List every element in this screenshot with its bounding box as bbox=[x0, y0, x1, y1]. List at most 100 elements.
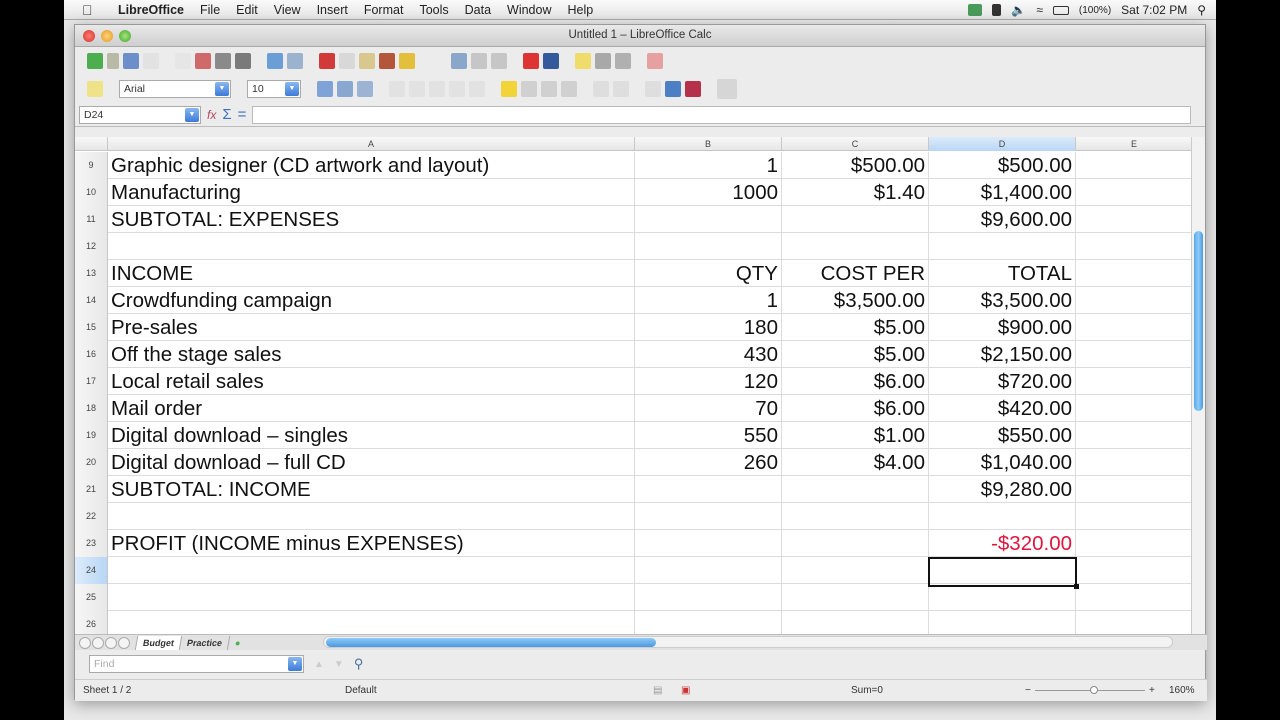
menu-view[interactable]: View bbox=[266, 3, 309, 17]
borders-icon[interactable] bbox=[645, 81, 661, 97]
row-header[interactable]: 14 bbox=[75, 287, 108, 314]
next-sheet-button[interactable] bbox=[105, 636, 117, 649]
cell-c10[interactable]: $1.40 bbox=[782, 179, 929, 206]
cell-d20[interactable]: $1,040.00 bbox=[929, 449, 1076, 476]
cell-c23[interactable] bbox=[782, 530, 929, 557]
cell-e19[interactable] bbox=[1076, 422, 1193, 449]
cell-a15[interactable]: Pre-sales bbox=[108, 314, 635, 341]
cell-b20[interactable]: 260 bbox=[635, 449, 782, 476]
selection-mode-icon[interactable]: ▤ bbox=[653, 685, 662, 696]
find-next-icon[interactable]: ▼ bbox=[334, 659, 344, 670]
cell-b24[interactable] bbox=[635, 557, 782, 584]
find-input[interactable]: Find ▼ bbox=[89, 655, 304, 673]
horizontal-scroll-thumb[interactable] bbox=[326, 638, 656, 647]
cell-d23[interactable]: -$320.00 bbox=[929, 530, 1076, 557]
cell-a17[interactable]: Local retail sales bbox=[108, 368, 635, 395]
cell-e15[interactable] bbox=[1076, 314, 1193, 341]
percent-format-icon[interactable] bbox=[521, 81, 537, 97]
sum-icon[interactable]: Σ bbox=[222, 106, 231, 123]
cell-c16[interactable]: $5.00 bbox=[782, 341, 929, 368]
cell-e25[interactable] bbox=[1076, 584, 1193, 611]
cell-c18[interactable]: $6.00 bbox=[782, 395, 929, 422]
justify-icon[interactable] bbox=[449, 81, 465, 97]
open-icon[interactable] bbox=[107, 53, 119, 69]
save-icon[interactable] bbox=[123, 53, 139, 69]
cell-c22[interactable] bbox=[782, 503, 929, 530]
underline-icon[interactable] bbox=[357, 81, 373, 97]
cell-d25[interactable] bbox=[929, 584, 1076, 611]
delete-decimal-icon[interactable] bbox=[561, 81, 577, 97]
chevron-down-icon[interactable]: ▼ bbox=[185, 107, 199, 122]
first-sheet-button[interactable] bbox=[79, 636, 91, 649]
apple-icon[interactable]:  bbox=[82, 2, 100, 18]
cell-a9[interactable]: Graphic designer (CD artwork and layout) bbox=[108, 152, 635, 179]
sheet-tab-budget[interactable]: Budget bbox=[134, 635, 182, 650]
styles-icon[interactable] bbox=[87, 81, 103, 97]
row-header[interactable]: 16 bbox=[75, 341, 108, 368]
undo-icon[interactable] bbox=[399, 53, 415, 69]
cell-a22[interactable] bbox=[108, 503, 635, 530]
cell-d15[interactable]: $900.00 bbox=[929, 314, 1076, 341]
cell-a20[interactable]: Digital download – full CD bbox=[108, 449, 635, 476]
cell-b16[interactable]: 430 bbox=[635, 341, 782, 368]
cell-d9[interactable]: $500.00 bbox=[929, 152, 1076, 179]
cell-d13[interactable]: TOTAL bbox=[929, 260, 1076, 287]
zoom-slider[interactable] bbox=[1035, 686, 1145, 694]
print-icon[interactable] bbox=[215, 53, 231, 69]
copy-icon[interactable] bbox=[339, 53, 355, 69]
menu-help[interactable]: Help bbox=[560, 3, 602, 17]
cell-c9[interactable]: $500.00 bbox=[782, 152, 929, 179]
cell-e13[interactable] bbox=[1076, 260, 1193, 287]
add-sheet-icon[interactable]: ● bbox=[226, 635, 248, 650]
insert-chart-icon[interactable] bbox=[523, 53, 539, 69]
row-header[interactable]: 9 bbox=[75, 152, 108, 179]
cell-c14[interactable]: $3,500.00 bbox=[782, 287, 929, 314]
cell-b15[interactable]: 180 bbox=[635, 314, 782, 341]
hyperlink-icon[interactable] bbox=[451, 53, 467, 69]
zoom-slider-knob[interactable] bbox=[1090, 686, 1098, 694]
clock[interactable]: Sat 7:02 PM bbox=[1121, 3, 1187, 17]
print-preview-icon[interactable] bbox=[235, 53, 251, 69]
cell-a14[interactable]: Crowdfunding campaign bbox=[108, 287, 635, 314]
menu-format[interactable]: Format bbox=[356, 3, 412, 17]
row-header[interactable]: 20 bbox=[75, 449, 108, 476]
cell-e21[interactable] bbox=[1076, 476, 1193, 503]
cell-b22[interactable] bbox=[635, 503, 782, 530]
increase-indent-icon[interactable] bbox=[613, 81, 629, 97]
font-name-box[interactable]: Arial ▼ bbox=[119, 80, 231, 98]
vertical-scroll-thumb[interactable] bbox=[1194, 231, 1203, 411]
battery-icon[interactable] bbox=[1052, 5, 1069, 15]
select-all-corner[interactable] bbox=[75, 137, 108, 151]
cell-d21[interactable]: $9,280.00 bbox=[929, 476, 1076, 503]
cell-a11[interactable]: SUBTOTAL: EXPENSES bbox=[108, 206, 635, 233]
cell-e24[interactable] bbox=[1076, 557, 1193, 584]
cell-c15[interactable]: $5.00 bbox=[782, 314, 929, 341]
column-header-a[interactable]: A bbox=[108, 137, 635, 151]
previous-sheet-button[interactable] bbox=[92, 636, 104, 649]
row-header[interactable]: 11 bbox=[75, 206, 108, 233]
email-icon[interactable] bbox=[143, 53, 159, 69]
sheet-tab-practice[interactable]: Practice bbox=[178, 635, 230, 650]
bold-icon[interactable] bbox=[317, 81, 333, 97]
chevron-down-icon[interactable]: ▼ bbox=[288, 657, 302, 671]
pivot-table-icon[interactable] bbox=[543, 53, 559, 69]
cell-c26[interactable] bbox=[782, 611, 929, 634]
cell-b23[interactable] bbox=[635, 530, 782, 557]
export-pdf-icon[interactable] bbox=[195, 53, 211, 69]
cell-b18[interactable]: 70 bbox=[635, 395, 782, 422]
cell-b12[interactable] bbox=[635, 233, 782, 260]
cell-d16[interactable]: $2,150.00 bbox=[929, 341, 1076, 368]
font-size-box[interactable]: 10 ▼ bbox=[247, 80, 301, 98]
cell-a24[interactable] bbox=[108, 557, 635, 584]
row-header[interactable]: 18 bbox=[75, 395, 108, 422]
cell-c11[interactable] bbox=[782, 206, 929, 233]
cell-e16[interactable] bbox=[1076, 341, 1193, 368]
cell-a13[interactable]: INCOME bbox=[108, 260, 635, 287]
cell-c17[interactable]: $6.00 bbox=[782, 368, 929, 395]
cell-c19[interactable]: $1.00 bbox=[782, 422, 929, 449]
column-header-b[interactable]: B bbox=[635, 137, 782, 151]
menu-app-name[interactable]: LibreOffice bbox=[110, 3, 192, 17]
cell-b14[interactable]: 1 bbox=[635, 287, 782, 314]
sort-ascending-icon[interactable] bbox=[471, 53, 487, 69]
vertical-scrollbar[interactable] bbox=[1191, 137, 1205, 634]
